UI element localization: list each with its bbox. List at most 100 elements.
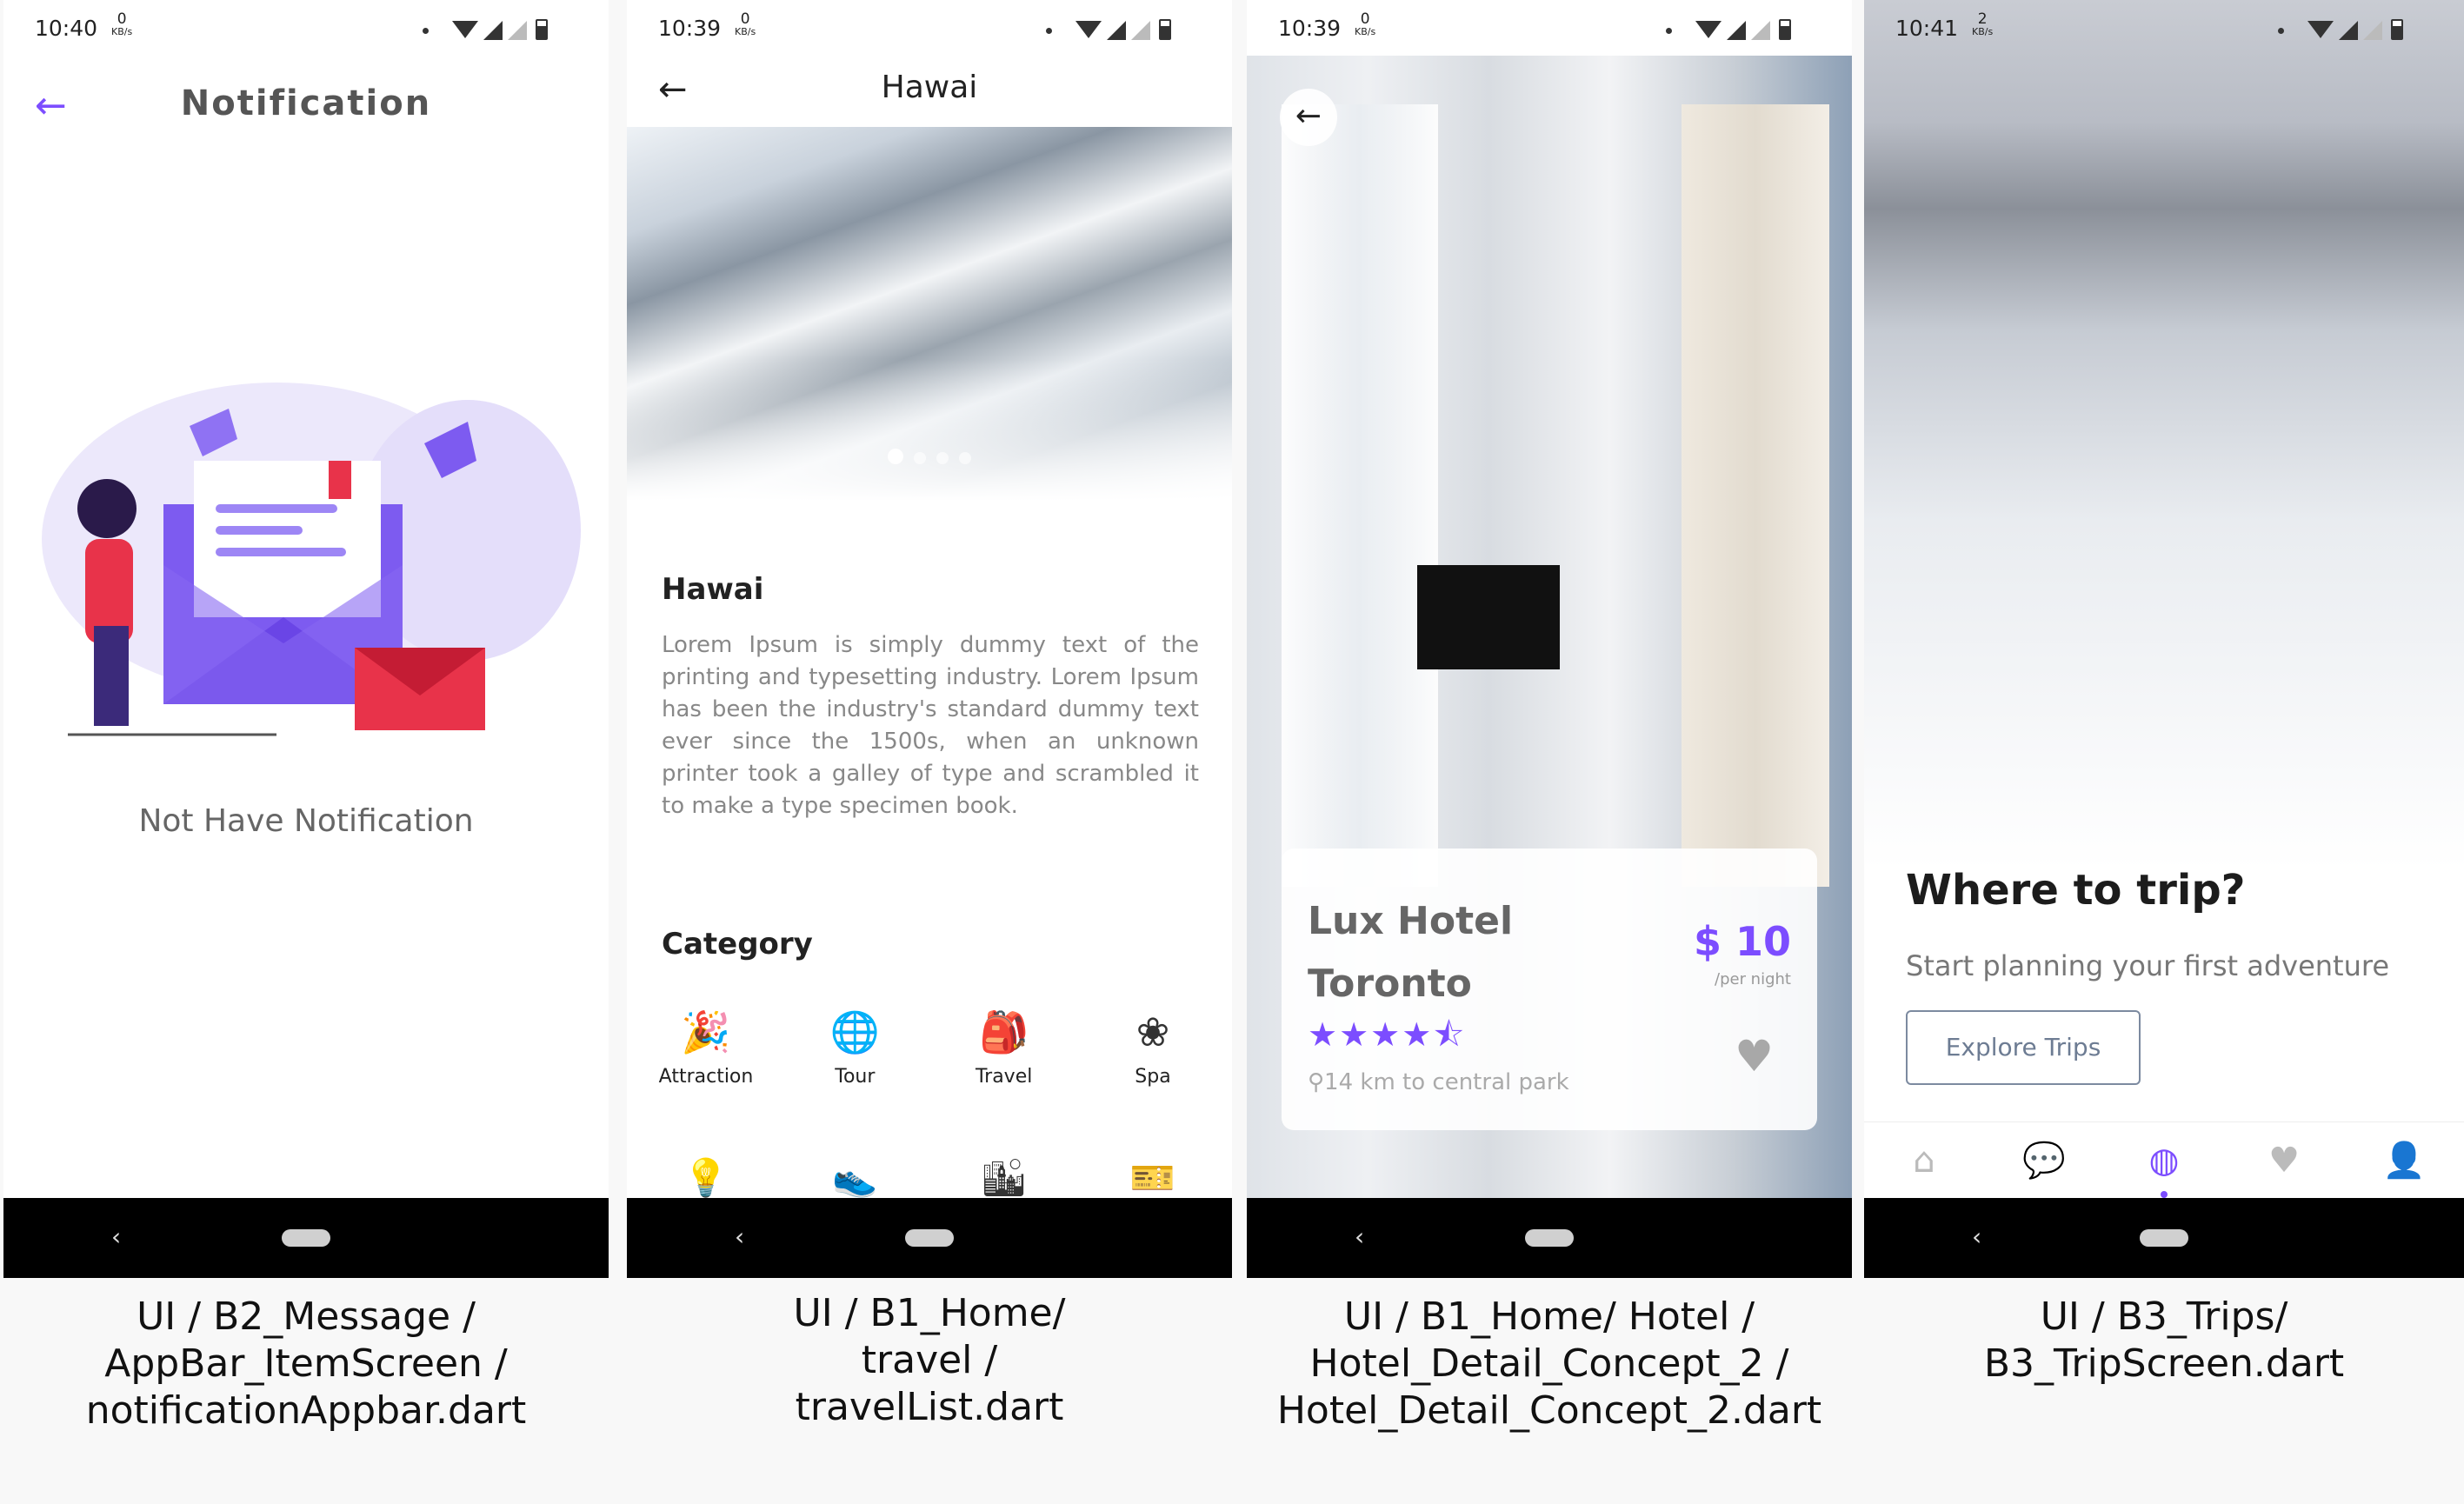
person-icon[interactable]: 👤: [2361, 1140, 2447, 1181]
notification-dot-icon: [423, 28, 429, 34]
category-label: Attraction: [658, 1066, 754, 1088]
net-speed-unit: KB/s: [735, 26, 756, 37]
signal-secondary-icon: [1751, 21, 1770, 40]
category-tour[interactable]: 🌐 Tour: [789, 1008, 920, 1088]
category-heading: Category: [662, 927, 813, 962]
arrow-left-icon: ←: [1295, 98, 1322, 134]
caption-hotel: UI / B1_Home/ Hotel / Hotel_Detail_Conce…: [1247, 1294, 1852, 1434]
curtain-right: [1682, 104, 1829, 887]
signal-icon: [2339, 21, 2358, 40]
nav-home-pill[interactable]: [282, 1229, 330, 1247]
category-row-partial: 💡 👟 🏙 🎫: [641, 1156, 1218, 1200]
nav-back-icon[interactable]: ‹: [735, 1222, 744, 1251]
status-time: 10:41: [1895, 16, 1959, 41]
caption-line: travelList.dart: [795, 1385, 1064, 1429]
signal-secondary-icon: [2363, 21, 2382, 40]
chat-icon[interactable]: 💬: [2001, 1140, 2088, 1181]
category-travel[interactable]: 🎒 Travel: [939, 1008, 1069, 1088]
explore-trips-button[interactable]: Explore Trips: [1906, 1010, 2141, 1085]
status-bar: 10:39 0 KB/s: [1247, 0, 1852, 57]
status-bar: 10:39 0 KB/s: [627, 0, 1232, 57]
caption-notification: UI / B2_Message / AppBar_ItemScreen / no…: [3, 1294, 609, 1434]
system-nav-bar: ‹: [3, 1198, 609, 1278]
hotel-name-line2: Toronto: [1308, 962, 1472, 1006]
caption-line: travel /: [861, 1338, 998, 1382]
nav-home-pill[interactable]: [1525, 1229, 1574, 1247]
explore-icon[interactable]: ◍: [2121, 1141, 2208, 1198]
system-nav-bar: ‹: [1247, 1198, 1852, 1278]
lightbulb-icon[interactable]: 💡: [641, 1156, 771, 1200]
carousel-dot[interactable]: [936, 452, 949, 464]
net-speed-value: 0: [1360, 10, 1370, 28]
carousel-dot[interactable]: [959, 452, 971, 464]
ticket-icon[interactable]: 🎫: [1088, 1156, 1218, 1200]
status-icons: [1046, 19, 1202, 40]
hero-image-carousel[interactable]: [627, 127, 1232, 501]
status-bar: 10:40 0 KB/s: [3, 0, 609, 57]
caption-line: UI / B1_Home/: [793, 1291, 1066, 1335]
battery-icon: [536, 19, 548, 40]
category-attraction[interactable]: 🎉 Attraction: [641, 1008, 771, 1088]
caption-line: Hotel_Detail_Concept_2.dart: [1276, 1388, 1822, 1433]
television: [1417, 565, 1560, 669]
net-speed: 0 KB/s: [1355, 12, 1375, 37]
category-label: Tour: [835, 1066, 876, 1088]
carousel-dot[interactable]: [888, 449, 903, 464]
category-row: 🎉 Attraction 🌐 Tour 🎒 Travel ❀ Spa: [641, 1008, 1218, 1088]
city-icon[interactable]: 🏙: [939, 1156, 1069, 1200]
heart-pulse-icon[interactable]: ♥: [2241, 1141, 2327, 1181]
party-popper-icon: 🎉: [681, 1008, 731, 1055]
hotel-name-line1: Lux Hotel: [1308, 899, 1514, 943]
nav-home-pill[interactable]: [2140, 1229, 2188, 1247]
bottom-tab-bar: ⌂ 💬 ◍ ♥ 👤: [1864, 1121, 2464, 1198]
notification-screen: 10:40 0 KB/s ← Notification Not Have Noti…: [3, 0, 609, 1278]
nav-home-pill[interactable]: [905, 1229, 954, 1247]
nav-back-icon[interactable]: ‹: [1355, 1222, 1364, 1251]
category-label: Travel: [975, 1066, 1033, 1088]
place-title: Hawai: [662, 572, 764, 607]
notification-dot-icon: [1666, 28, 1672, 34]
headline: Where to trip?: [1906, 866, 2246, 915]
system-nav-bar: ‹: [1864, 1198, 2464, 1278]
net-speed: 0 KB/s: [111, 12, 132, 37]
nav-back-icon[interactable]: ‹: [1972, 1222, 1981, 1251]
sneaker-icon[interactable]: 👟: [789, 1156, 920, 1200]
page-title: Notification: [180, 83, 432, 123]
star-rating: ★★★★⯪: [1308, 1015, 1467, 1054]
category-spa[interactable]: ❀ Spa: [1088, 1008, 1218, 1088]
signal-icon: [1727, 21, 1746, 40]
signal-icon: [483, 21, 503, 40]
wifi-icon: [1695, 21, 1721, 38]
caption-line: Hotel_Detail_Concept_2 /: [1309, 1341, 1789, 1386]
signal-secondary-icon: [1131, 21, 1150, 40]
caption-travel: UI / B1_Home/ travel / travelList.dart: [627, 1290, 1232, 1431]
hotel-detail-screen: 10:39 0 KB/s ← Lux Hotel Toronto $ 10 /pe…: [1247, 0, 1852, 1278]
wifi-icon: [2308, 21, 2334, 38]
curtain-left: [1282, 104, 1438, 887]
distance-text: 14 km to central park: [1324, 1069, 1569, 1095]
hotel-name: Lux Hotel Toronto: [1308, 890, 1621, 1015]
notification-dot-icon: [1046, 28, 1052, 34]
home-icon[interactable]: ⌂: [1881, 1141, 1968, 1181]
app-bar: ← Hawai: [627, 57, 1232, 127]
caption-line: UI / B2_Message /: [137, 1294, 476, 1339]
mountain-photo: [1864, 0, 2464, 869]
caption-line: AppBar_ItemScreen /: [104, 1341, 508, 1386]
nav-back-icon[interactable]: ‹: [111, 1222, 121, 1251]
location-pin-icon: ⚲: [1308, 1069, 1325, 1095]
status-icons: [1666, 19, 1822, 40]
notification-dot-icon: [2278, 28, 2284, 34]
hotel-info-card: Lux Hotel Toronto $ 10 /per night ★★★★⯪ …: [1282, 848, 1817, 1130]
trip-screen: 10:41 2 KB/s Where to trip? Start plannin…: [1864, 0, 2464, 1278]
carousel-dot[interactable]: [914, 452, 926, 464]
net-speed-value: 0: [117, 10, 127, 28]
category-label: Spa: [1135, 1066, 1171, 1088]
back-button[interactable]: ←: [1280, 89, 1337, 146]
battery-icon: [1159, 19, 1171, 40]
caption-line: UI / B1_Home/ Hotel /: [1343, 1294, 1755, 1339]
net-speed: 2 KB/s: [1972, 12, 1993, 37]
caption-line: B3_TripScreen.dart: [1983, 1341, 2345, 1386]
empty-state-text: Not Have Notification: [138, 803, 474, 839]
heart-icon[interactable]: ♥: [1735, 1031, 1774, 1081]
hotel-price: $ 10: [1693, 918, 1791, 965]
